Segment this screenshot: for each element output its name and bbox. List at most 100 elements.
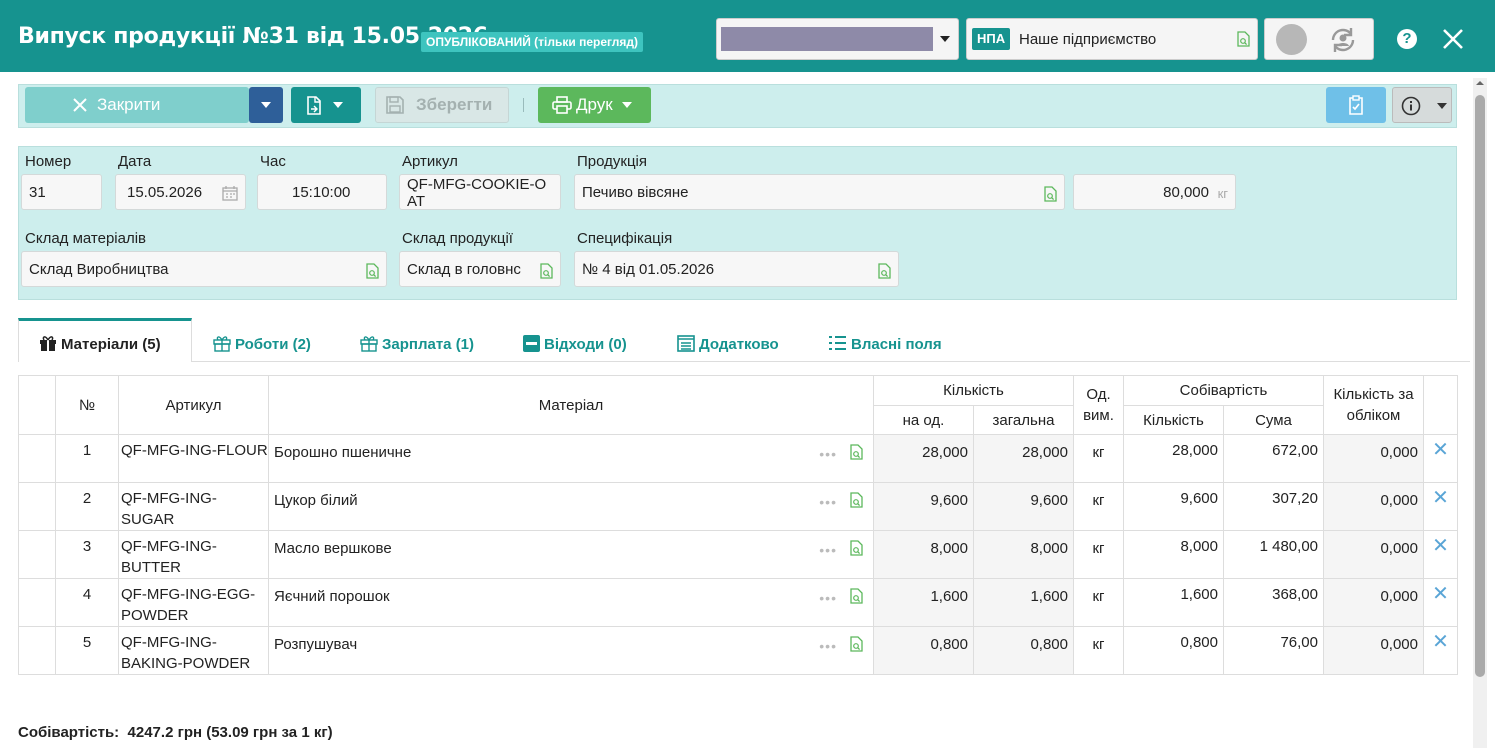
header-cost-sum: Сума (1223, 405, 1324, 435)
row-select-cell[interactable] (18, 626, 56, 675)
row-material-cell[interactable]: Розпушувач ••• (268, 626, 874, 675)
header-cost: Собівартість (1123, 375, 1324, 406)
row-material-cell[interactable]: Цукор білий ••• (268, 482, 874, 531)
row-per-unit: 9,600 (873, 482, 974, 531)
tab-salary[interactable]: Зарплата (1) (360, 335, 474, 353)
user-select[interactable] (716, 18, 959, 60)
tab-materials[interactable]: Матеріали (5) (39, 335, 161, 353)
specification-field[interactable]: № 4 від 01.05.2026 (574, 251, 899, 287)
more-icon[interactable]: ••• (819, 590, 837, 606)
article-field[interactable]: QF-MFG-COOKIE-OAT (399, 174, 561, 210)
product-warehouse-field[interactable]: Склад в головнс (399, 251, 561, 287)
delete-row-icon[interactable]: ✕ (1423, 482, 1458, 531)
row-select-cell[interactable] (18, 530, 56, 579)
header-accounted: Кількість за обліком (1323, 375, 1424, 435)
org-badge: НПА (972, 28, 1011, 50)
open-document-icon[interactable] (1236, 31, 1250, 47)
tab-custom-fields[interactable]: Власні поля (828, 335, 942, 353)
scroll-up-icon[interactable] (1475, 78, 1485, 88)
row-select-cell[interactable] (18, 482, 56, 531)
header-quantity: Кількість (873, 375, 1074, 406)
time-field[interactable]: 15:10:00 (257, 174, 387, 210)
help-icon[interactable]: ? (1397, 29, 1417, 49)
open-document-icon[interactable] (539, 263, 553, 279)
info-button[interactable] (1392, 87, 1452, 123)
printer-icon (552, 96, 572, 114)
row-select-cell[interactable] (18, 578, 56, 627)
row-cost-sum: 76,00 (1223, 626, 1324, 675)
delete-row-icon[interactable]: ✕ (1423, 578, 1458, 627)
more-icon[interactable]: ••• (819, 494, 837, 510)
row-cost-sum: 307,20 (1223, 482, 1324, 531)
approve-button[interactable] (1326, 87, 1386, 123)
row-per-unit: 0,800 (873, 626, 974, 675)
chevron-down-icon (261, 102, 271, 108)
delete-row-icon[interactable]: ✕ (1423, 626, 1458, 675)
table-row[interactable]: 5 QF-MFG-ING-BAKING-POWDER Розпушувач ••• 0,… (18, 626, 1458, 675)
save-button[interactable]: Зберегти (375, 87, 509, 123)
more-icon[interactable]: ••• (819, 638, 837, 654)
row-cost-qty: 9,600 (1123, 482, 1224, 531)
number-field[interactable]: 31 (21, 174, 102, 210)
calendar-icon[interactable] (222, 186, 238, 201)
page-title: Випуск продукції №31 від 15.05.2026 (18, 24, 488, 49)
tab-materials-label: Матеріали (5) (61, 336, 161, 353)
documents-menu-button[interactable] (291, 87, 361, 123)
open-document-icon[interactable] (849, 540, 863, 556)
row-select-cell[interactable] (18, 434, 56, 483)
close-dropdown-button[interactable] (249, 87, 283, 123)
header-cost-qty: Кількість (1123, 405, 1224, 435)
row-number: 1 (55, 434, 119, 483)
quantity-value: 80,000 (1163, 184, 1209, 201)
open-document-icon[interactable] (365, 263, 379, 279)
open-document-icon[interactable] (1043, 186, 1057, 202)
delete-row-icon[interactable]: ✕ (1423, 530, 1458, 579)
open-document-icon[interactable] (849, 636, 863, 652)
row-unit: кг (1073, 626, 1124, 675)
org-name: Наше підприємство (1019, 31, 1157, 48)
print-button[interactable]: Друк (538, 87, 651, 123)
product-field[interactable]: Печиво вівсяне (574, 174, 1065, 210)
table-row[interactable]: 2 QF-MFG-ING-SUGAR Цукор білий ••• 9,600 9,60… (18, 482, 1458, 531)
tab-waste[interactable]: Відходи (0) (523, 335, 627, 353)
sync-user-icon[interactable] (1327, 24, 1359, 56)
tab-additional[interactable]: Додатково (677, 335, 779, 353)
open-document-icon[interactable] (849, 444, 863, 460)
close-icon[interactable] (1440, 26, 1466, 52)
row-number: 5 (55, 626, 119, 675)
more-icon[interactable]: ••• (819, 542, 837, 558)
open-document-icon[interactable] (877, 263, 891, 279)
row-cost-sum: 1 480,00 (1223, 530, 1324, 579)
row-cost-sum: 672,00 (1223, 434, 1324, 483)
open-document-icon[interactable] (849, 588, 863, 604)
quantity-field[interactable]: 80,000 кг (1073, 174, 1236, 210)
avatar[interactable] (1276, 24, 1307, 55)
gift-icon (360, 336, 378, 352)
header-unit: Од. вим. (1073, 375, 1124, 435)
row-accounted: 0,000 (1323, 482, 1424, 531)
organization-select[interactable]: НПА Наше підприємство (966, 18, 1258, 60)
more-icon[interactable]: ••• (819, 446, 837, 462)
open-document-icon[interactable] (849, 492, 863, 508)
table-row[interactable]: 3 QF-MFG-ING-BUTTER Масло вершкове ••• 8,000… (18, 530, 1458, 579)
date-label: Дата (118, 153, 152, 170)
delete-row-icon[interactable]: ✕ (1423, 434, 1458, 483)
row-material: Масло вершкове (274, 540, 392, 557)
row-material-cell[interactable]: Яєчний порошок ••• (268, 578, 874, 627)
row-total: 8,000 (973, 530, 1074, 579)
date-field[interactable]: 15.05.2026 (115, 174, 246, 210)
row-unit: кг (1073, 434, 1124, 483)
row-unit: кг (1073, 530, 1124, 579)
close-button[interactable]: Закрити (25, 87, 249, 123)
materials-warehouse-field[interactable]: Склад Виробництва (21, 251, 387, 287)
tab-works[interactable]: Роботи (2) (213, 335, 311, 353)
tab-additional-label: Додатково (699, 336, 779, 353)
table-row[interactable]: 1 QF-MFG-ING-FLOUR Борошно пшеничне ••• 28,0… (18, 434, 1458, 483)
table-row[interactable]: 4 QF-MFG-ING-EGG-POWDER Яєчний порошок ••• 1… (18, 578, 1458, 627)
header-article: Артикул (118, 375, 269, 435)
scrollbar-thumb[interactable] (1475, 95, 1485, 677)
user-panel[interactable] (1264, 18, 1374, 60)
row-material-cell[interactable]: Масло вершкове ••• (268, 530, 874, 579)
row-unit: кг (1073, 578, 1124, 627)
row-material-cell[interactable]: Борошно пшеничне ••• (268, 434, 874, 483)
